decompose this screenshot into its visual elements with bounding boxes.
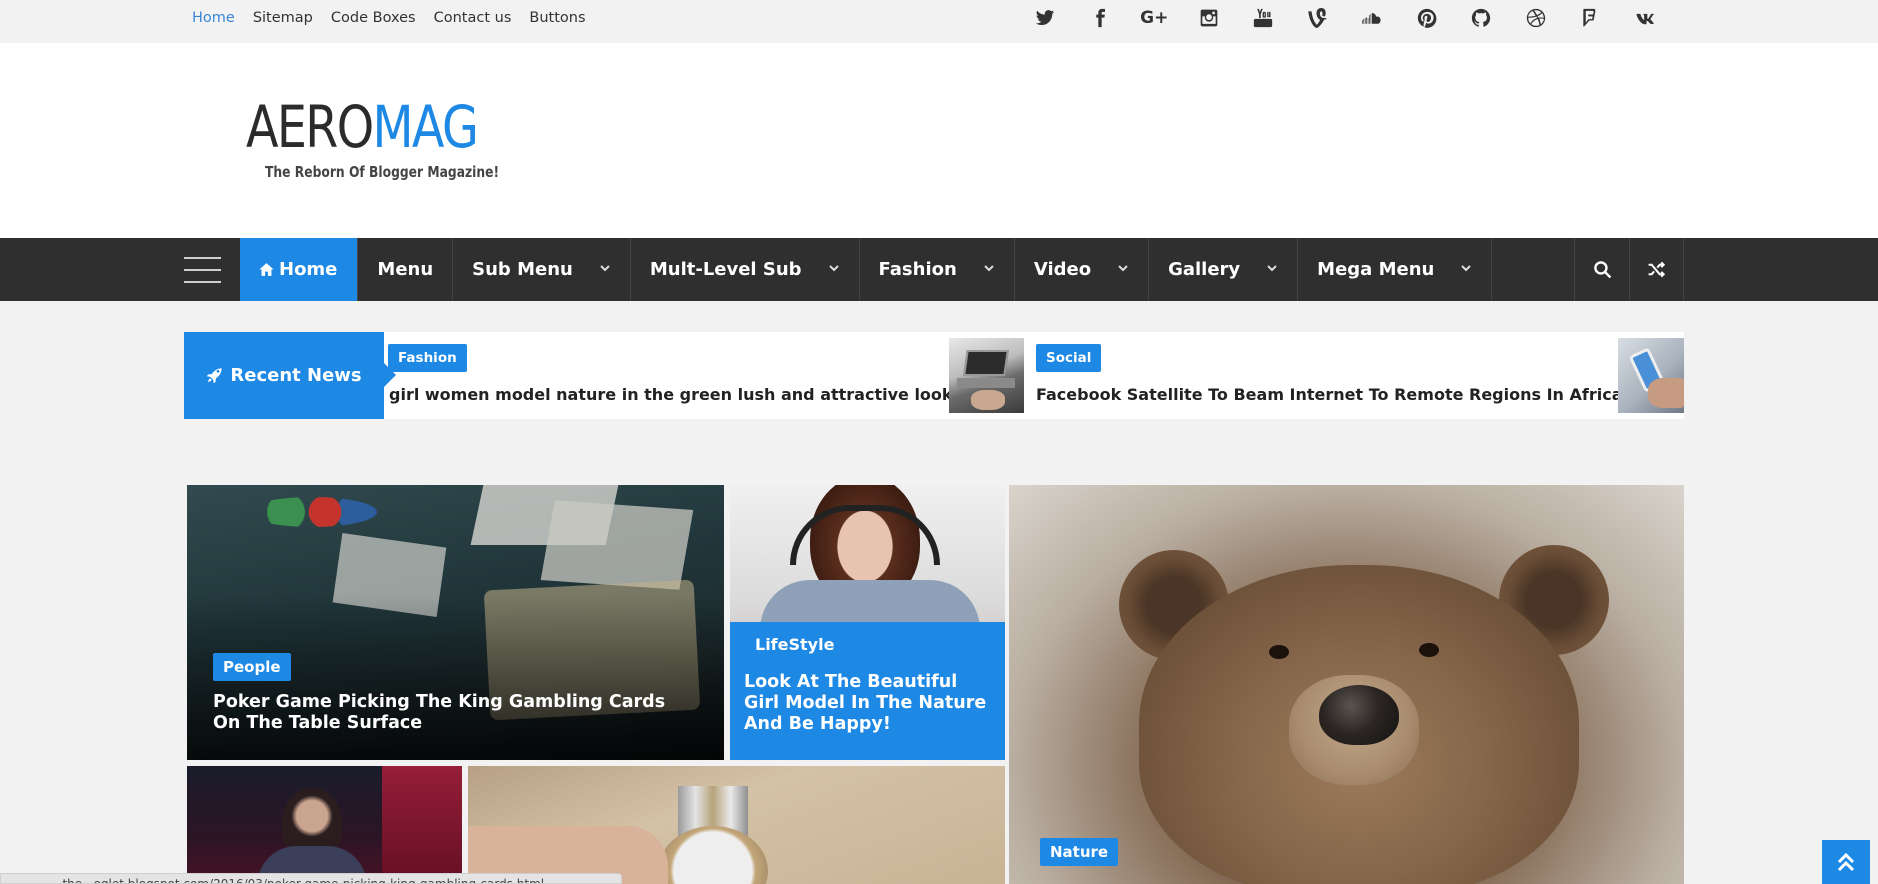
featured-post-bear[interactable]: Nature [1009, 485, 1684, 884]
chevron-down-icon [1117, 262, 1129, 277]
chevron-down-icon [828, 262, 840, 277]
nav-item-menu[interactable]: Menu [358, 238, 454, 301]
ticker-item-title[interactable]: girl women model nature in the green lus… [389, 385, 960, 404]
rocket-icon [207, 368, 222, 384]
top-link-contact[interactable]: Contact us [434, 10, 512, 26]
ticker-thumbnail-laptop[interactable] [949, 338, 1024, 413]
back-to-top-button[interactable] [1822, 840, 1870, 884]
facebook-icon[interactable] [1073, 0, 1128, 36]
post-title[interactable]: Look At The Beautiful Girl Model In The … [744, 672, 989, 735]
search-icon [1593, 261, 1611, 279]
nav-item-sub-menu[interactable]: Sub Menu [453, 238, 631, 301]
post-title[interactable]: Poker Game Picking The King Gambling Car… [213, 692, 693, 734]
top-link-buttons[interactable]: Buttons [529, 10, 585, 26]
nav-item-home[interactable]: Home [240, 238, 359, 301]
home-icon [259, 263, 274, 276]
chevron-down-icon [1266, 262, 1278, 277]
soundcloud-icon[interactable] [1345, 0, 1400, 36]
ticker-thumbnail-phone[interactable] [1618, 338, 1684, 413]
vk-icon[interactable] [1618, 0, 1673, 36]
social-icons: G+ [1018, 0, 1672, 36]
search-button[interactable] [1574, 238, 1629, 301]
category-badge[interactable]: People [213, 653, 291, 681]
ticker-item[interactable]: Fashion girl women model nature in the g… [384, 332, 960, 419]
vine-icon[interactable] [1291, 0, 1346, 36]
main-nav: Home Menu Sub Menu Mult-Level Sub Fashio… [0, 238, 1878, 301]
site-logo[interactable]: AEROMAG The Reborn Of Blogger Magazine! [246, 95, 551, 181]
random-post-button[interactable] [1629, 238, 1684, 301]
dribbble-icon[interactable] [1509, 0, 1564, 36]
instagram-icon[interactable] [1182, 0, 1237, 36]
logo-tagline: The Reborn Of Blogger Magazine! [265, 163, 500, 181]
browser-status-bar: ...the...oglet.blogspot.com/2016/03/poke… [0, 873, 622, 884]
hamburger-menu-icon[interactable] [184, 238, 240, 301]
chevron-down-icon [599, 262, 611, 277]
top-links: Home Sitemap Code Boxes Contact us Butto… [192, 0, 604, 36]
category-badge[interactable]: Nature [1040, 838, 1119, 866]
google-plus-icon[interactable]: G+ [1127, 0, 1182, 36]
recent-news-label: Recent News [184, 332, 396, 419]
logo-wordmark: AEROMAG [246, 93, 479, 161]
chevron-down-icon [1460, 262, 1472, 277]
chevron-down-icon [983, 262, 995, 277]
nav-item-mega-menu[interactable]: Mega Menu [1298, 238, 1493, 301]
top-link-home[interactable]: Home [192, 10, 235, 26]
featured-post-girl[interactable]: LifeStyle Look At The Beautiful Girl Mod… [730, 485, 1005, 760]
category-label[interactable]: LifeStyle [755, 635, 834, 654]
nav-item-video[interactable]: Video [1015, 238, 1150, 301]
nav-item-fashion[interactable]: Fashion [860, 238, 1015, 301]
github-icon[interactable] [1454, 0, 1509, 36]
site-header: AEROMAG The Reborn Of Blogger Magazine! [0, 43, 1878, 238]
featured-post-watch[interactable] [468, 766, 1005, 884]
shuffle-icon [1648, 261, 1666, 278]
top-bar: Home Sitemap Code Boxes Contact us Butto… [0, 0, 1878, 43]
nav-item-multi-level-sub[interactable]: Mult-Level Sub [631, 238, 860, 301]
category-badge[interactable]: Social [1036, 344, 1102, 372]
pinterest-icon[interactable] [1400, 0, 1455, 36]
foursquare-icon[interactable] [1563, 0, 1618, 36]
featured-post-poker[interactable]: People Poker Game Picking The King Gambl… [187, 485, 724, 760]
youtube-icon[interactable] [1236, 0, 1291, 36]
recent-news-ticker: Recent News Fashion girl women model nat… [184, 332, 1684, 419]
ticker-item-title[interactable]: Facebook Satellite To Beam Internet To R… [1036, 385, 1623, 404]
nav-item-gallery[interactable]: Gallery [1149, 238, 1299, 301]
top-link-sitemap[interactable]: Sitemap [253, 10, 313, 26]
featured-post-singer[interactable] [187, 766, 462, 884]
top-link-code-boxes[interactable]: Code Boxes [331, 10, 416, 26]
double-chevron-up-icon [1837, 852, 1855, 872]
twitter-icon[interactable] [1018, 0, 1073, 36]
category-badge[interactable]: Fashion [388, 344, 467, 372]
ticker-item[interactable]: Social Facebook Satellite To Beam Intern… [1036, 332, 1623, 419]
